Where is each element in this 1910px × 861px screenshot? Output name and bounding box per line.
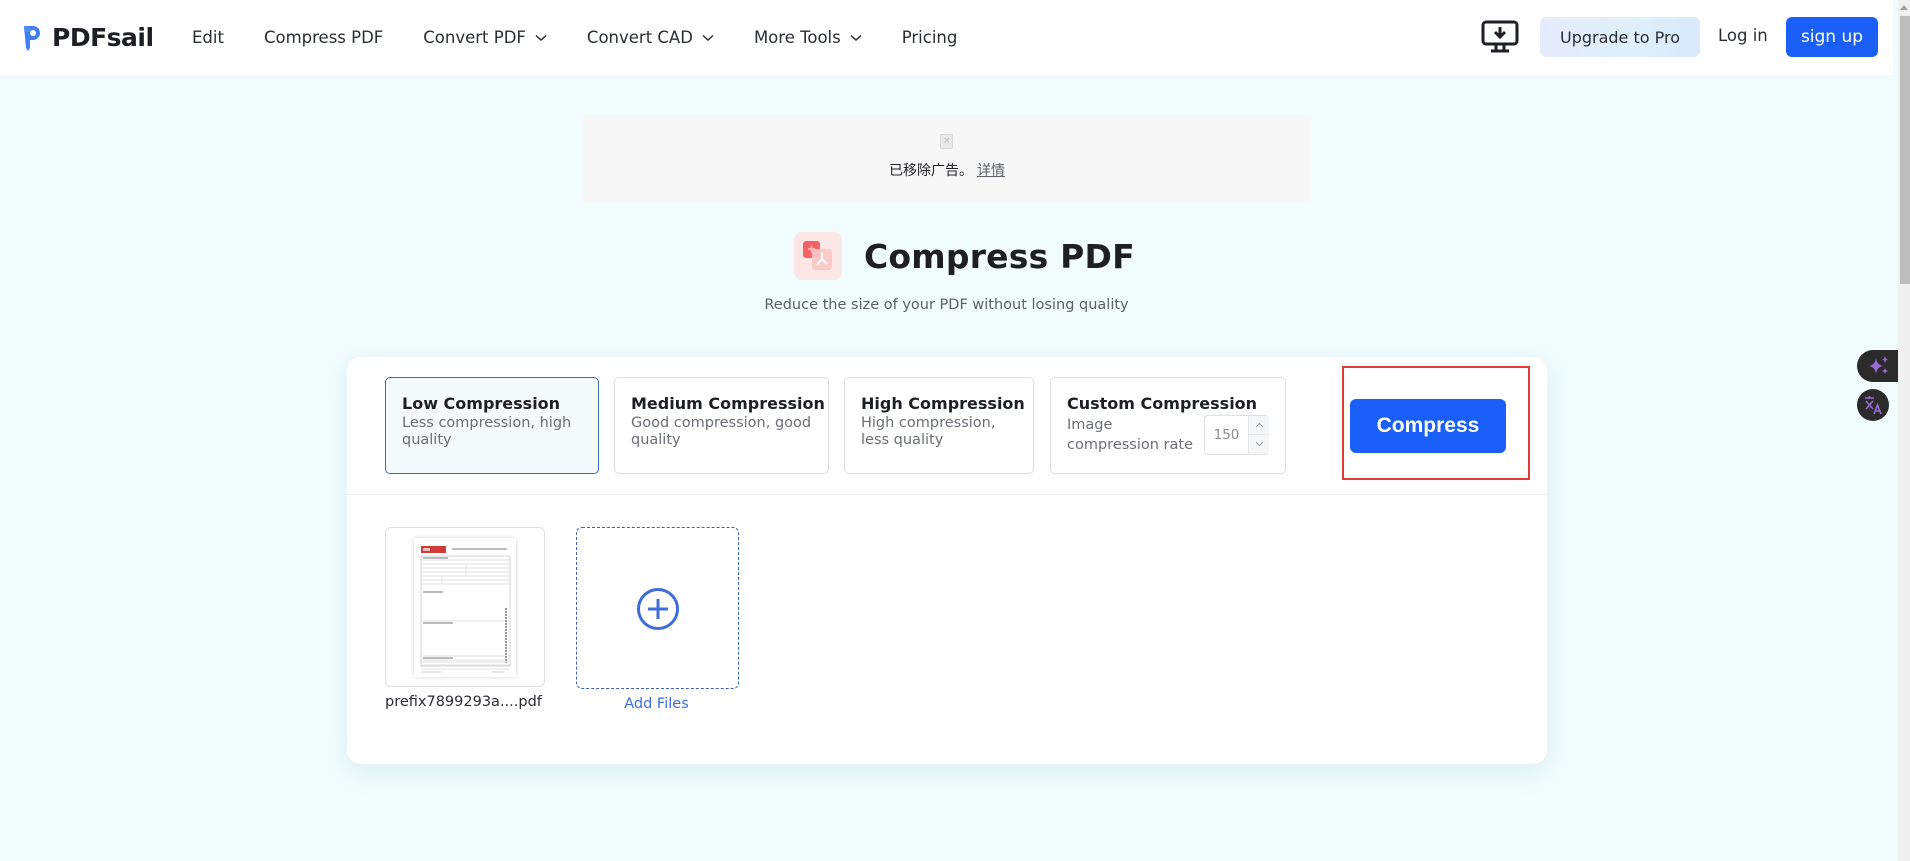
ad-removed-banner: 已移除广告。详情: [583, 115, 1311, 203]
option-high-compression[interactable]: High Compression High compression, less …: [844, 377, 1034, 474]
nav-edit[interactable]: Edit: [192, 28, 224, 47]
page-scrollbar[interactable]: [1898, 0, 1910, 861]
main-nav: Edit Compress PDF Convert PDF Convert CA…: [192, 0, 997, 75]
pdf-page-preview: [414, 538, 516, 677]
broken-image-icon: [940, 134, 953, 149]
chevron-down-icon: [702, 34, 714, 41]
scroll-thumb[interactable]: [1900, 16, 1910, 284]
option-desc: High compression, less quality: [861, 415, 996, 448]
translate-widget[interactable]: [1857, 389, 1889, 421]
nav-convert-pdf[interactable]: Convert PDF: [423, 28, 547, 47]
option-low-compression[interactable]: Low Compression Less compression, high q…: [385, 377, 599, 474]
signup-button[interactable]: sign up: [1786, 17, 1878, 57]
add-files-label[interactable]: Add Files: [576, 696, 737, 712]
compression-options: Low Compression Less compression, high q…: [347, 357, 1547, 495]
page-heading: Compress PDF: [794, 232, 1135, 280]
pdfsail-logo-icon: [24, 26, 40, 51]
page-title: Compress PDF: [864, 236, 1135, 276]
translate-icon: [1865, 396, 1882, 415]
option-desc: Good compression, good quality: [631, 415, 812, 448]
chevron-up-icon: [1255, 422, 1264, 428]
compression-rate-input[interactable]: [1205, 416, 1248, 454]
nav-pricing[interactable]: Pricing: [902, 28, 958, 47]
option-desc: Image compression rate: [1067, 417, 1193, 453]
nav-label: More Tools: [753, 28, 841, 47]
add-circle-icon: [637, 588, 679, 630]
add-files-dropzone[interactable]: [576, 527, 739, 689]
ad-removed-message: 已移除广告。: [889, 163, 973, 179]
chevron-down-icon: [1255, 441, 1264, 447]
logo-text: PDFsail: [52, 22, 154, 52]
option-title: Custom Compression: [1067, 394, 1258, 413]
decrement-button[interactable]: [1249, 435, 1270, 454]
nav-more-tools[interactable]: More Tools: [754, 28, 862, 47]
file-name[interactable]: prefix7899293a....pdf: [385, 694, 542, 710]
nav-label: Edit: [192, 28, 224, 47]
logo[interactable]: PDFsail: [20, 22, 154, 52]
login-link[interactable]: Log in: [1718, 26, 1768, 45]
top-navbar: PDFsail Edit Compress PDF Convert PDF Co…: [0, 0, 1893, 75]
nav-label: Compress PDF: [263, 28, 384, 47]
ad-details-link[interactable]: 详情: [977, 163, 1005, 179]
increment-button[interactable]: [1249, 416, 1270, 435]
nav-label: Pricing: [901, 28, 958, 47]
nav-label: Convert CAD: [586, 28, 693, 47]
compression-rate-stepper: [1204, 415, 1270, 455]
nav-label: Convert PDF: [423, 28, 526, 47]
option-medium-compression[interactable]: Medium Compression Good compression, goo…: [614, 377, 829, 474]
compress-panel: Low Compression Less compression, high q…: [347, 357, 1547, 764]
chevron-down-icon: [535, 34, 547, 41]
stepper-buttons: [1248, 416, 1270, 454]
compress-pdf-icon: [794, 232, 842, 280]
sparkle-icon: [1869, 356, 1888, 374]
compress-button[interactable]: Compress: [1350, 399, 1506, 453]
option-desc: Less compression, high quality: [402, 415, 572, 448]
file-thumbnail[interactable]: [385, 527, 545, 687]
option-custom-compression[interactable]: Custom Compression Image compression rat…: [1050, 377, 1286, 474]
chevron-down-icon: [850, 34, 862, 41]
ad-removed-text: 已移除广告。 详情: [583, 160, 1311, 180]
desktop-download-icon[interactable]: [1481, 20, 1519, 54]
option-title: High Compression: [861, 394, 1025, 413]
nav-convert-cad[interactable]: Convert CAD: [587, 28, 714, 47]
ai-assistant-widget[interactable]: [1857, 350, 1898, 382]
nav-compress-pdf[interactable]: Compress PDF: [264, 28, 383, 47]
page-subtitle: Reduce the size of your PDF without losi…: [764, 297, 1129, 313]
option-title: Low Compression: [402, 394, 561, 413]
upgrade-to-pro-button[interactable]: Upgrade to Pro: [1540, 17, 1700, 57]
option-title: Medium Compression: [631, 394, 825, 413]
scroll-up-arrow-icon[interactable]: [1900, 5, 1908, 10]
